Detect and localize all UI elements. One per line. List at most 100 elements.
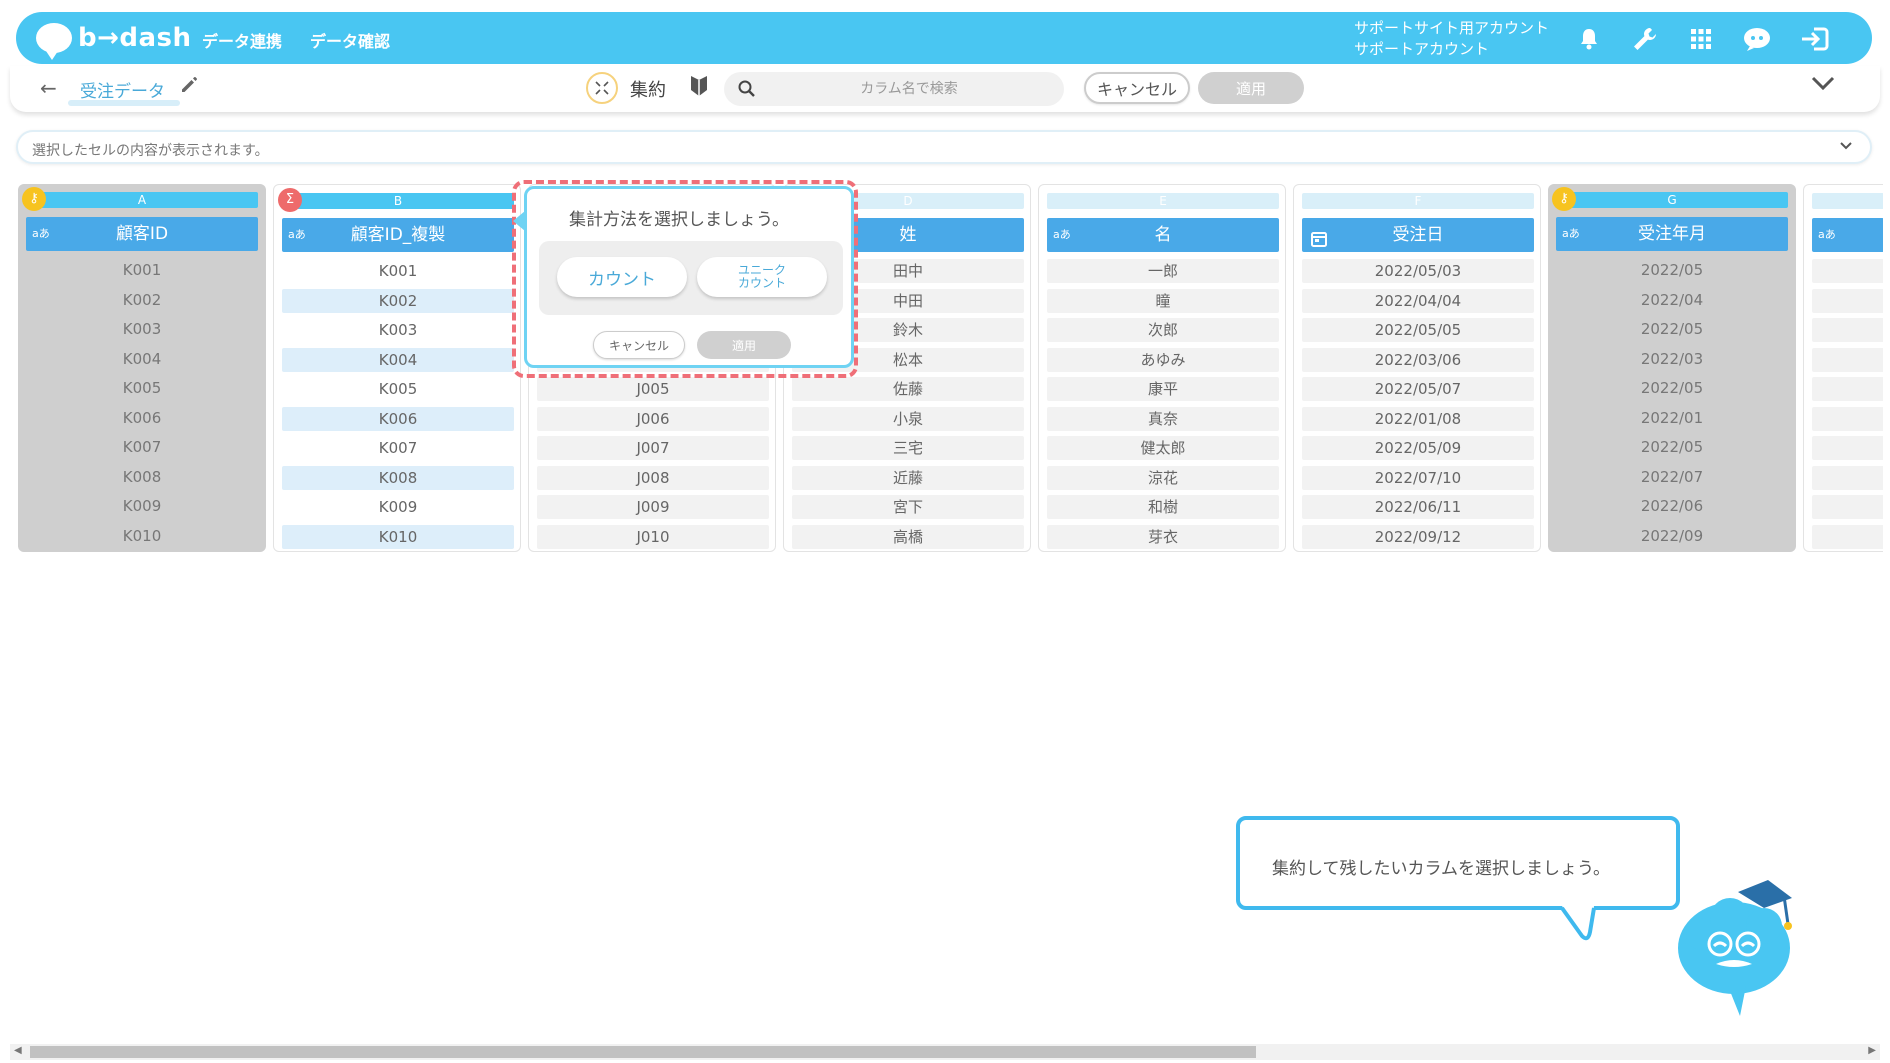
table-cell[interactable]: 涼花 [1047, 465, 1279, 490]
table-cell[interactable]: J005 [537, 377, 769, 401]
table-cell[interactable]: 2022/07/10 [1302, 465, 1534, 490]
logout-icon[interactable] [1800, 24, 1830, 54]
unique-count-button[interactable]: ユニーク カウント [697, 257, 827, 297]
table-cell[interactable] [1812, 347, 1883, 372]
popup-apply-button[interactable]: 適用 [697, 331, 791, 359]
table-cell[interactable]: 2022/06 [1556, 494, 1788, 518]
table-cell[interactable]: 次郎 [1047, 318, 1279, 342]
table-cell[interactable]: J010 [537, 524, 769, 549]
table-cell[interactable]: K007 [282, 436, 514, 460]
table-cell[interactable]: 三宅 [792, 436, 1024, 460]
cancel-button[interactable]: キャンセル [1084, 72, 1190, 104]
table-cell[interactable]: K008 [26, 465, 258, 489]
table-cell[interactable] [1812, 259, 1883, 283]
table-cell[interactable]: K005 [26, 376, 258, 400]
table-cell[interactable]: 2022/09 [1556, 524, 1788, 548]
scrollbar-thumb[interactable] [30, 1046, 1256, 1058]
table-cell[interactable] [1812, 318, 1883, 342]
table-cell[interactable]: 一郎 [1047, 259, 1279, 283]
table-cell[interactable]: K010 [282, 524, 514, 549]
column-header[interactable]: aあ [1812, 218, 1883, 252]
table-cell[interactable]: あゆみ [1047, 347, 1279, 372]
table-cell[interactable]: 2022/05/03 [1302, 259, 1534, 283]
table-cell[interactable]: K009 [26, 494, 258, 518]
column-b[interactable]: Σ B aあ 顧客ID_複製 K001 K002 K003 K004 K005 K… [273, 184, 521, 552]
table-cell[interactable]: K004 [26, 347, 258, 371]
table-cell[interactable]: 宮下 [792, 495, 1024, 519]
table-cell[interactable]: K004 [282, 347, 514, 372]
table-cell[interactable]: K006 [26, 406, 258, 430]
bdash-logo[interactable]: b→dash [36, 22, 192, 60]
scroll-right-arrow-icon[interactable]: ▶ [1868, 1045, 1876, 1056]
nav-data-check[interactable]: データ確認 [310, 28, 390, 52]
chevron-down-icon[interactable] [1810, 74, 1836, 96]
table-cell[interactable]: 瞳 [1047, 288, 1279, 313]
table-cell[interactable]: K003 [26, 317, 258, 341]
table-cell[interactable]: 2022/09/12 [1302, 524, 1534, 549]
table-cell[interactable]: 健太郎 [1047, 436, 1279, 460]
column-h[interactable]: aあ [1803, 184, 1883, 552]
table-cell[interactable]: 2022/05/05 [1302, 318, 1534, 342]
table-cell[interactable]: 2022/04/04 [1302, 288, 1534, 313]
table-cell[interactable]: K001 [282, 259, 514, 283]
table-cell[interactable]: 2022/03/06 [1302, 347, 1534, 372]
table-cell[interactable]: 2022/01/08 [1302, 406, 1534, 431]
beginner-mark-icon[interactable] [690, 74, 708, 102]
chevron-down-icon[interactable] [1838, 138, 1854, 158]
count-button[interactable]: カウント [557, 257, 687, 297]
search-input[interactable] [764, 72, 1054, 106]
back-arrow-icon[interactable]: ← [40, 76, 57, 100]
grid-icon[interactable] [1686, 24, 1716, 54]
table-cell[interactable]: J007 [537, 436, 769, 460]
table-cell[interactable] [1812, 495, 1883, 519]
table-cell[interactable]: K006 [282, 406, 514, 431]
column-f[interactable]: F 受注日 2022/05/03 2022/04/04 2022/05/05 2… [1293, 184, 1541, 552]
account-info[interactable]: サポートサイト用アカウント サポートアカウント [1354, 18, 1549, 60]
table-cell[interactable]: K002 [282, 288, 514, 313]
table-cell[interactable]: 2022/05 [1556, 317, 1788, 341]
nav-data-integration[interactable]: データ連携 [202, 28, 282, 52]
table-cell[interactable]: K001 [26, 258, 258, 282]
table-cell[interactable]: K002 [26, 288, 258, 312]
bell-icon[interactable] [1574, 24, 1604, 54]
chat-icon[interactable] [1742, 24, 1772, 54]
table-cell[interactable]: 2022/05 [1556, 376, 1788, 400]
wrench-icon[interactable] [1630, 24, 1660, 54]
table-cell[interactable]: K007 [26, 435, 258, 459]
table-cell[interactable]: 2022/05 [1556, 258, 1788, 282]
column-header[interactable]: aあ 名 [1047, 218, 1279, 252]
table-cell[interactable]: K008 [282, 465, 514, 490]
table-cell[interactable]: 芽衣 [1047, 524, 1279, 549]
table-cell[interactable]: 2022/05/09 [1302, 436, 1534, 460]
column-header[interactable]: aあ 顧客ID_複製 [282, 218, 514, 252]
column-header[interactable]: aあ 顧客ID [26, 217, 258, 251]
table-name[interactable]: 受注データ [80, 77, 165, 102]
table-cell[interactable] [1812, 524, 1883, 549]
table-cell[interactable] [1812, 377, 1883, 401]
table-cell[interactable]: 康平 [1047, 377, 1279, 401]
table-cell[interactable] [1812, 465, 1883, 490]
cell-content-bar[interactable]: 選択したセルの内容が表示されます。 [16, 130, 1872, 164]
table-cell[interactable] [1812, 288, 1883, 313]
table-cell[interactable] [1812, 406, 1883, 431]
pencil-icon[interactable] [180, 76, 198, 98]
table-cell[interactable]: 2022/05 [1556, 435, 1788, 459]
table-cell[interactable]: 2022/05/07 [1302, 377, 1534, 401]
table-cell[interactable]: 2022/01 [1556, 406, 1788, 430]
table-cell[interactable]: J009 [537, 495, 769, 519]
table-cell[interactable]: K010 [26, 524, 258, 548]
table-cell[interactable]: J006 [537, 406, 769, 431]
table-cell[interactable]: 2022/04 [1556, 288, 1788, 312]
horizontal-scrollbar[interactable]: ◀ ▶ [10, 1044, 1880, 1060]
table-cell[interactable]: 2022/06/11 [1302, 495, 1534, 519]
table-cell[interactable]: K005 [282, 377, 514, 401]
table-cell[interactable]: 2022/03 [1556, 347, 1788, 371]
table-cell[interactable]: 2022/07 [1556, 465, 1788, 489]
scroll-left-arrow-icon[interactable]: ◀ [14, 1045, 22, 1056]
table-cell[interactable]: K003 [282, 318, 514, 342]
table-cell[interactable]: 佐藤 [792, 377, 1024, 401]
table-cell[interactable]: 真奈 [1047, 406, 1279, 431]
column-e[interactable]: E aあ 名 一郎 瞳 次郎 あゆみ 康平 真奈 健太郎 涼花 和樹 芽衣 [1038, 184, 1286, 552]
table-cell[interactable]: 高橋 [792, 524, 1024, 549]
table-cell[interactable]: 和樹 [1047, 495, 1279, 519]
